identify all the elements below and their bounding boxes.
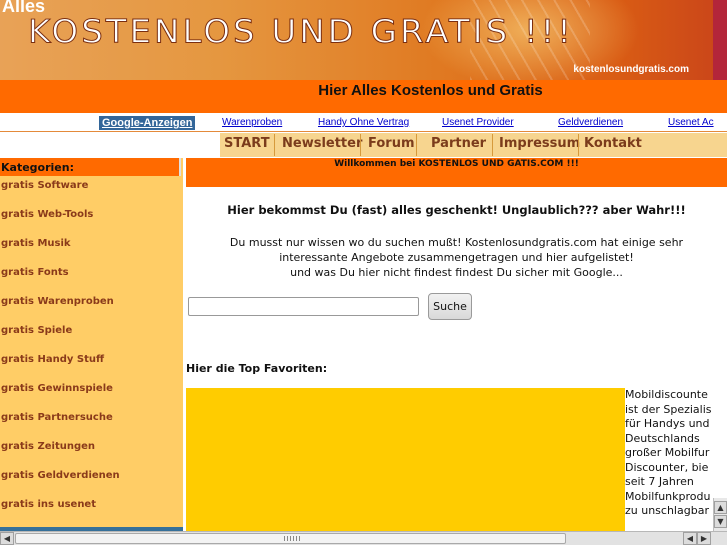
sidebar-item-handy-stuff[interactable]: gratis Handy Stuff xyxy=(1,354,104,365)
sidebar-item-geldverdienen[interactable]: gratis Geldverdienen xyxy=(1,470,120,481)
headline-bar: Hier Alles Kostenlos und Gratis xyxy=(0,80,727,113)
favorite-description[interactable]: Mobildiscounte ist der Spezialis für Han… xyxy=(625,388,713,531)
nav-separator xyxy=(416,134,417,156)
intro-line: interessante Angebote zusammengetragen u… xyxy=(279,251,634,264)
sidebar-item-fonts[interactable]: gratis Fonts xyxy=(1,267,69,278)
sidebar-item-musik[interactable]: gratis Musik xyxy=(1,238,71,249)
favorites-heading: Hier die Top Favoriten: xyxy=(186,362,328,375)
sidebar-item-spiele[interactable]: gratis Spiele xyxy=(1,325,72,336)
favorite-line: Mobildiscounte xyxy=(625,388,708,401)
favorite-line: zu unschlagbar xyxy=(625,504,709,517)
vertical-scrollbar[interactable]: ▲ ▼ xyxy=(713,498,727,531)
nav-impressum[interactable]: Impressum xyxy=(499,136,580,151)
horizontal-scrollbar[interactable]: ◀ ◀ ▶ xyxy=(0,531,727,545)
favorite-line: Deutschlands xyxy=(625,431,700,445)
page-headline: Hier Alles Kostenlos und Gratis xyxy=(318,82,543,99)
sidebar-item-web-tools[interactable]: gratis Web-Tools xyxy=(1,209,93,220)
search-button[interactable]: Suche xyxy=(428,293,472,320)
sidebar-item-warenproben[interactable]: gratis Warenproben xyxy=(1,296,114,307)
ad-link-warenproben[interactable]: Warenproben xyxy=(222,117,282,128)
scroll-up-icon[interactable]: ▲ xyxy=(714,501,727,514)
sidebar-item-usenet[interactable]: gratis ins usenet xyxy=(1,499,96,510)
google-ads-label[interactable]: Google-Anzeigen xyxy=(99,116,196,130)
favorite-line: für Handys und xyxy=(625,417,710,430)
sidebar-item-partnersuche[interactable]: gratis Partnersuche xyxy=(1,412,113,423)
nav-kontakt[interactable]: Kontakt xyxy=(584,136,642,151)
favorite-line: großer Mobilfur xyxy=(625,446,710,459)
favorite-line: Mobilfunkprodu xyxy=(625,489,711,503)
nav-separator xyxy=(578,134,579,156)
sidebar-heading: Kategorien: xyxy=(0,158,181,176)
scroll-down-icon[interactable]: ▼ xyxy=(714,515,727,528)
category-sidebar: Kategorien: gratis Software gratis Web-T… xyxy=(0,158,183,531)
intro-line: Du musst nur wissen wo du suchen mußt! K… xyxy=(229,236,684,249)
favorite-line: ist der Spezialis xyxy=(625,402,712,416)
banner-domain: kostenlosundgratis.com xyxy=(573,64,689,75)
nav-separator xyxy=(274,134,275,156)
favorite-line: Discounter, bie xyxy=(625,460,709,474)
sidebar-item-gewinnspiele[interactable]: gratis Gewinnspiele xyxy=(1,383,113,394)
grip-icon xyxy=(284,536,300,541)
site-banner: Alles KOSTENLOS UND GRATIS !!! kostenlos… xyxy=(0,0,727,80)
nav-newsletter[interactable]: Newsletter xyxy=(282,136,362,151)
lead-text: Hier bekommst Du (fast) alles geschenkt!… xyxy=(227,203,686,217)
sidebar-item-zeitungen[interactable]: gratis Zeitungen xyxy=(1,441,95,452)
welcome-bar: Willkommen bei KOSTENLOS UND GATIS.COM !… xyxy=(186,158,727,187)
sidebar-item-software[interactable]: gratis Software xyxy=(1,180,88,191)
intro-line: und was Du hier nicht findest findest Du… xyxy=(290,266,623,279)
nav-start[interactable]: START xyxy=(224,136,270,151)
intro-paragraph: Du musst nur wissen wo du suchen mußt! K… xyxy=(186,235,727,280)
favorite-banner[interactable] xyxy=(186,388,625,531)
favorite-line: seit 7 Jahren xyxy=(625,475,694,488)
banner-edge xyxy=(713,0,727,80)
scrollbar-thumb[interactable] xyxy=(15,533,566,544)
ad-link-geldverdienen[interactable]: Geldverdienen xyxy=(558,117,623,128)
scroll-left-icon[interactable]: ◀ xyxy=(683,532,697,545)
welcome-text: Willkommen bei KOSTENLOS UND GATIS.COM !… xyxy=(334,159,579,169)
scroll-right-icon[interactable]: ▶ xyxy=(697,532,711,545)
nav-separator xyxy=(492,134,493,156)
main-nav: START Newsletter Forum Partner Impressum… xyxy=(0,132,727,158)
scroll-left-icon[interactable]: ◀ xyxy=(0,532,14,545)
banner-logo-title[interactable]: KOSTENLOS UND GRATIS !!! xyxy=(28,13,574,52)
nav-forum[interactable]: Forum xyxy=(368,136,415,151)
nav-partner[interactable]: Partner xyxy=(431,136,486,151)
google-ads-row: Google-Anzeigen Warenproben Handy Ohne V… xyxy=(0,113,727,132)
ad-link-usenet-ac[interactable]: Usenet Ac xyxy=(668,117,714,128)
nav-separator xyxy=(360,134,361,156)
ad-link-handy[interactable]: Handy Ohne Vertrag xyxy=(318,117,409,128)
ad-link-usenet-provider[interactable]: Usenet Provider xyxy=(442,117,514,128)
search-input[interactable] xyxy=(188,297,419,316)
